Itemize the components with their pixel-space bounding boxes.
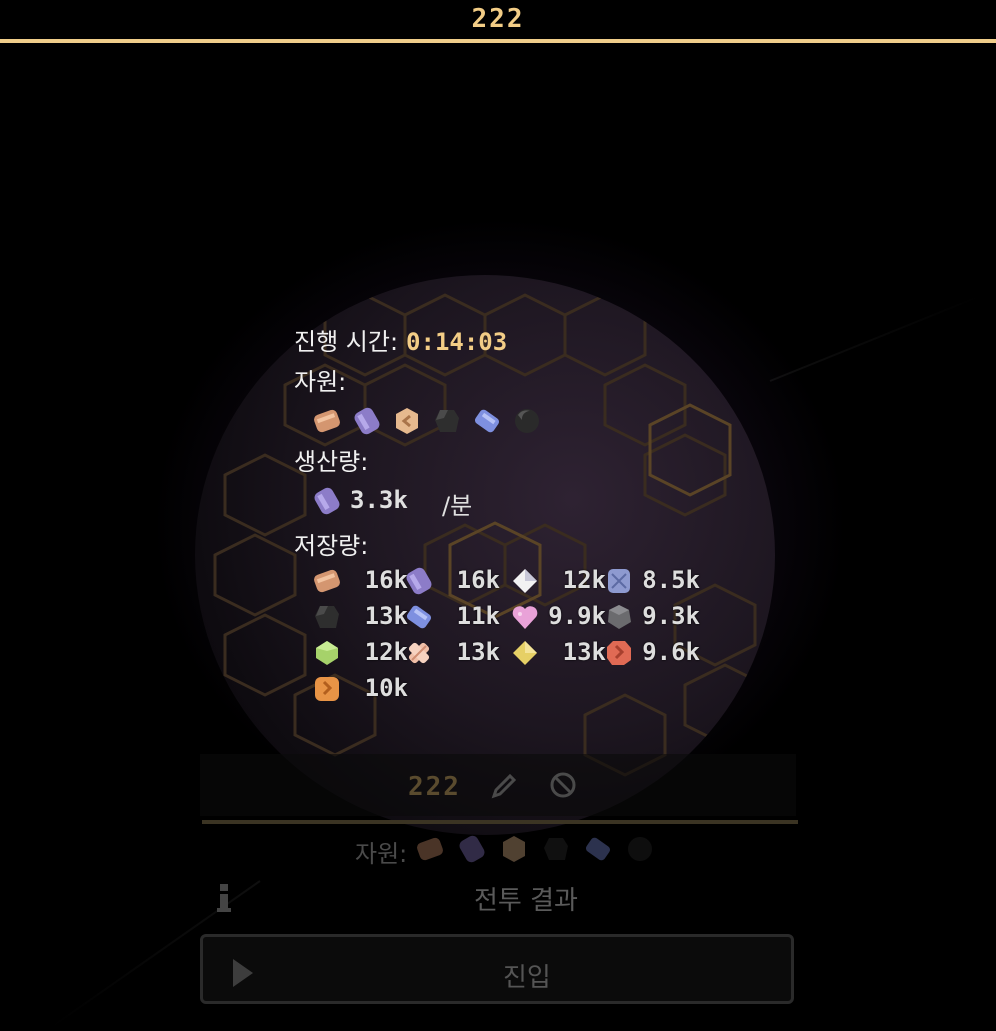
storage-value: 12k	[364, 638, 408, 666]
blue-block-icon	[608, 569, 630, 593]
sector-title: 222	[471, 4, 525, 34]
dark-ore-resource-icon	[628, 837, 652, 861]
copper-resource-icon	[417, 837, 443, 861]
storage-value: 12k	[562, 566, 606, 594]
production-label: 생산량:	[294, 448, 369, 476]
red-ore-icon	[607, 641, 631, 665]
dark-ore-resource-icon	[515, 409, 539, 433]
enter-button[interactable]: 진입	[200, 934, 794, 1004]
storage-value: 16k	[364, 566, 408, 594]
peach-resource-icon	[503, 836, 525, 862]
play-icon	[233, 959, 253, 987]
lavender-bar-icon	[406, 567, 432, 595]
panel-resources-icons	[415, 832, 675, 866]
battle-result-button[interactable]: 전투 결과	[474, 880, 578, 917]
yellow-gem-icon	[513, 641, 537, 665]
peach-resource-icon	[396, 408, 418, 434]
resources-icons	[312, 402, 754, 442]
lavender-resource-icon	[354, 407, 380, 435]
coal-resource-icon	[435, 410, 459, 432]
elapsed-time-row: 진행 시간: 0:14:03	[294, 322, 754, 362]
storage-value: 9.9k	[548, 602, 606, 630]
storage-value: 13k	[562, 638, 606, 666]
white-crystal-icon	[513, 569, 537, 593]
storage-grid: 16k 16k 12k 8.5k 13k 11k 9.9k 9.3k 12k 1…	[312, 566, 754, 716]
lavender-resource-icon	[459, 835, 485, 863]
lavender-resource-icon	[314, 487, 340, 515]
orbit-trail	[769, 293, 984, 382]
storage-value: 13k	[456, 638, 500, 666]
blue-crystal-icon	[406, 605, 432, 629]
elapsed-time-label: 진행 시간:	[294, 328, 399, 356]
striped-bar-icon	[408, 642, 430, 664]
enter-label: 진입	[503, 963, 551, 993]
storage-value: 11k	[456, 602, 500, 630]
coal-icon	[315, 606, 339, 628]
production-unit: /분	[442, 492, 473, 520]
storage-value: 9.6k	[642, 638, 700, 666]
production-row: 3.3k /분	[312, 482, 754, 526]
forbid-icon[interactable]	[548, 770, 578, 800]
pencil-icon[interactable]	[490, 772, 518, 800]
orange-ore-icon	[315, 677, 339, 701]
pink-heart-icon	[512, 606, 538, 629]
copper-resource-icon	[314, 409, 340, 433]
top-rule	[0, 39, 996, 43]
elapsed-time-value: 0:14:03	[406, 328, 508, 356]
storage-value: 9.3k	[642, 602, 700, 630]
panel-rule	[202, 820, 798, 824]
storage-value: 10k	[364, 674, 408, 702]
copper-bar-icon	[314, 569, 340, 593]
resources-label: 자원:	[294, 368, 347, 396]
gray-stone-icon	[608, 605, 631, 629]
production-value: 3.3k	[350, 486, 408, 514]
info-icon[interactable]	[214, 882, 234, 914]
blue-crystal-resource-icon	[585, 837, 611, 861]
blue-crystal-resource-icon	[474, 409, 500, 433]
top-bar: 222	[0, 0, 996, 46]
panel-header: 222	[200, 754, 796, 816]
sector-tooltip: 진행 시간: 0:14:03 자원: 생산량: 3.3k /분 저장량: 16k …	[294, 322, 754, 716]
panel-resources-label: 자원:	[355, 840, 408, 868]
lime-gem-icon	[316, 641, 338, 665]
storage-value: 16k	[456, 566, 500, 594]
storage-value: 8.5k	[642, 566, 700, 594]
storage-label: 저장량:	[294, 532, 369, 560]
storage-value: 13k	[364, 602, 408, 630]
coal-resource-icon	[544, 838, 568, 860]
sector-panel: 222 자원: 전투 결과 진입	[200, 754, 798, 1004]
panel-title: 222	[408, 772, 461, 802]
